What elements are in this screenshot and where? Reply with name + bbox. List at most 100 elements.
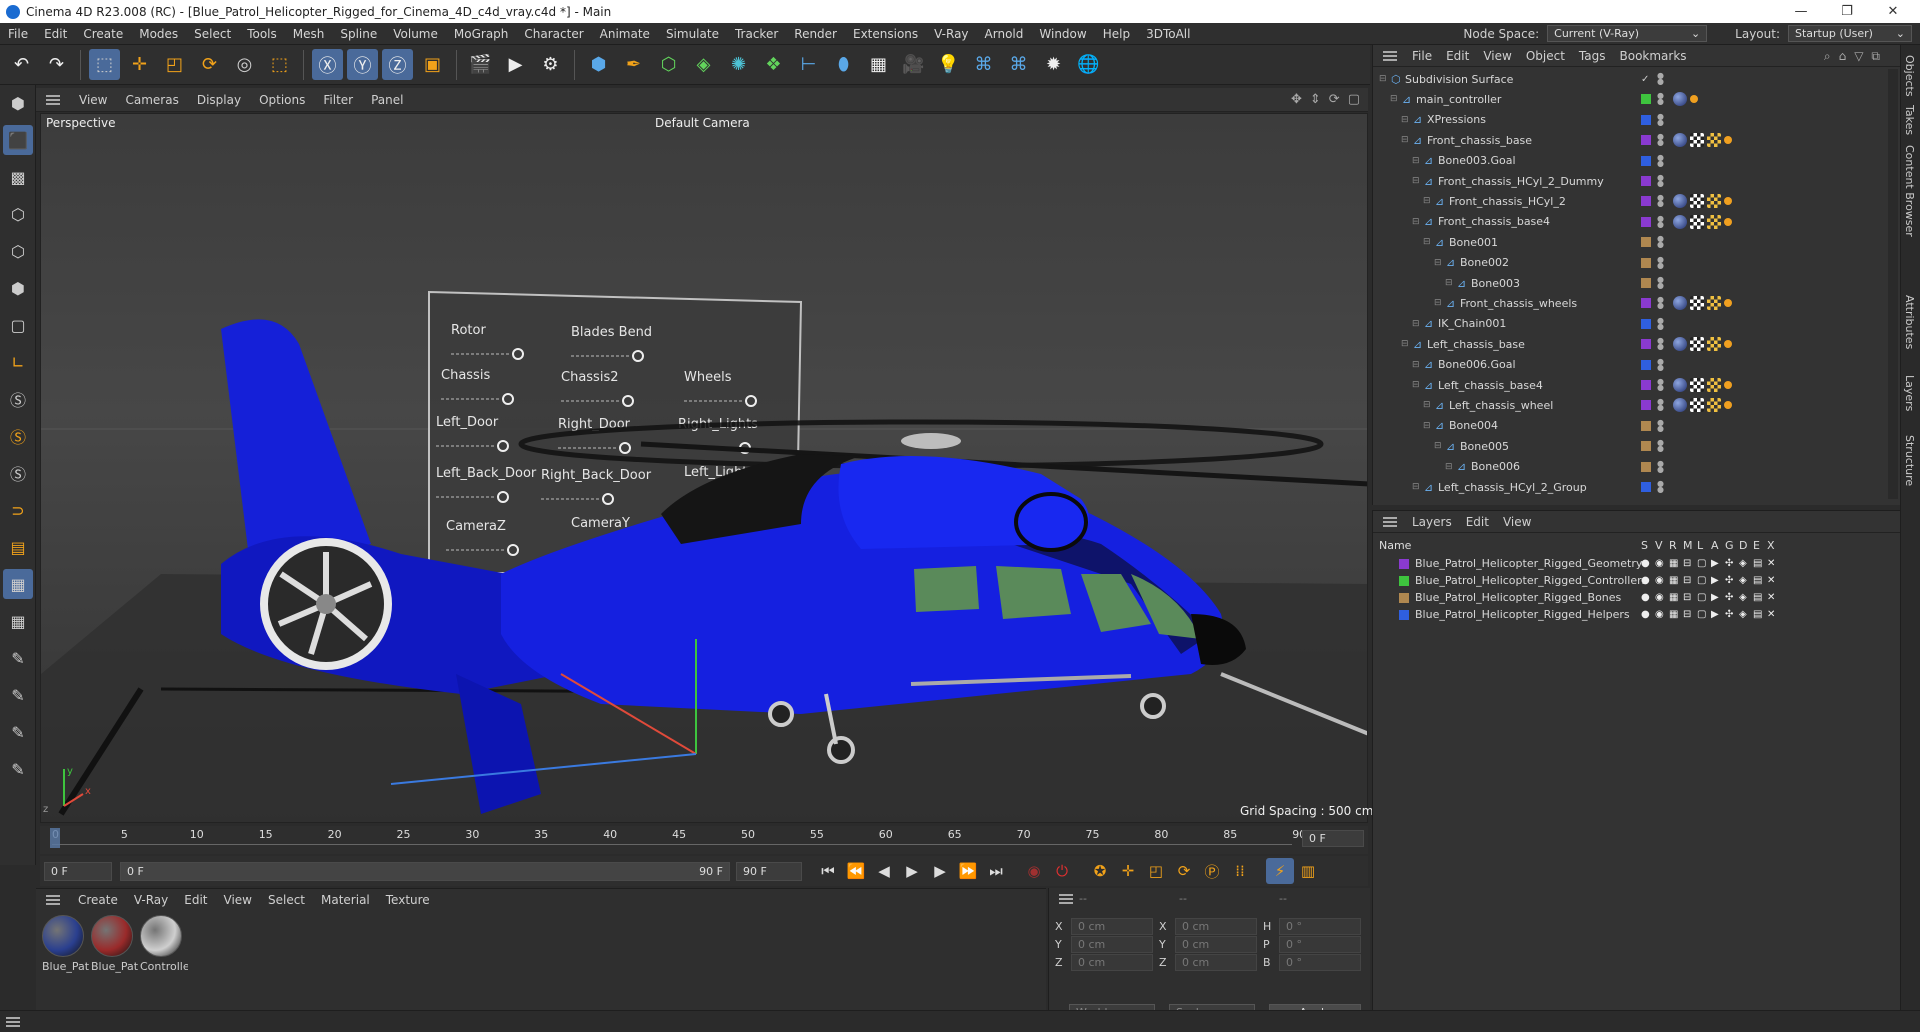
coordinates-menu-icon[interactable]: [1059, 894, 1073, 904]
object-menu-bookmarks[interactable]: Bookmarks: [1613, 49, 1694, 63]
visibility-dots-icon[interactable]: ● ●: [1657, 92, 1664, 106]
visibility-dots-icon[interactable]: ● ●: [1657, 235, 1664, 249]
vray-globe-icon[interactable]: 🌐: [1073, 49, 1104, 80]
mograph-icon[interactable]: ❖: [758, 49, 789, 80]
object-tree-row[interactable]: ⊟ ⊿ Left_chassis_base ● ●: [1373, 334, 1883, 354]
close-icon[interactable]: ✕: [1870, 0, 1916, 23]
tag-icon[interactable]: [1690, 398, 1704, 413]
python-icon[interactable]: ⌘: [968, 49, 999, 80]
coordinate-system-icon[interactable]: ▣: [417, 49, 448, 80]
key-pla-icon[interactable]: ⁞⁞: [1226, 858, 1254, 884]
layer-toggle-m-icon[interactable]: ⊟: [1683, 558, 1691, 569]
current-frame-field[interactable]: 0 F: [1302, 830, 1364, 847]
layer-color-swatch[interactable]: [1641, 318, 1651, 329]
layer-toggle-e-icon[interactable]: ▤: [1753, 558, 1762, 569]
workplane-icon[interactable]: ▤: [3, 532, 33, 562]
key-rotation-icon[interactable]: ⟳: [1170, 858, 1198, 884]
tree-expander-icon[interactable]: ⊟: [1412, 319, 1420, 329]
layer-toggle-d-icon[interactable]: ◈: [1739, 558, 1747, 569]
layer-menu-layers[interactable]: Layers: [1405, 515, 1459, 529]
key-parameter-icon[interactable]: Ⓟ: [1198, 858, 1226, 884]
tree-expander-icon[interactable]: ⊟: [1445, 278, 1453, 288]
material-item[interactable]: Controlle: [140, 915, 188, 973]
layer-color-swatch[interactable]: [1399, 558, 1409, 569]
search-icon[interactable]: ⌕: [1824, 49, 1831, 64]
layer-color-swatch[interactable]: [1399, 575, 1409, 586]
key-scale-icon[interactable]: ◰: [1142, 858, 1170, 884]
layer-toggle-v-icon[interactable]: ◉: [1655, 575, 1664, 586]
tag-icon[interactable]: [1673, 296, 1687, 311]
layer-color-swatch[interactable]: [1641, 155, 1651, 166]
go-to-start-icon[interactable]: ⏮: [814, 858, 842, 884]
layer-toggle-s-icon[interactable]: ●: [1641, 575, 1650, 586]
menu-volume[interactable]: Volume: [385, 27, 446, 41]
object-tree-row[interactable]: ⊟ ⬡ Subdivision Surface ✓ ● ●: [1373, 69, 1883, 89]
layer-toggle-l-icon[interactable]: ▢: [1697, 609, 1706, 620]
tag-icon[interactable]: [1724, 401, 1732, 410]
layer-toggle-v-icon[interactable]: ◉: [1655, 558, 1664, 569]
layer-menu-edit[interactable]: Edit: [1459, 515, 1496, 529]
visibility-dots-icon[interactable]: ● ●: [1657, 337, 1664, 351]
object-menu-view[interactable]: View: [1476, 49, 1518, 63]
next-key-icon[interactable]: ⏩: [954, 858, 982, 884]
coordinate-field[interactable]: 0 cm: [1071, 917, 1153, 935]
deformer-icon[interactable]: ⊢: [793, 49, 824, 80]
layer-color-swatch[interactable]: [1641, 196, 1651, 207]
layer-toggle-x-icon[interactable]: ✕: [1767, 575, 1775, 586]
live-selection-icon[interactable]: ⬚: [264, 49, 295, 80]
coordinate-field[interactable]: 0 °: [1279, 935, 1361, 953]
maximize-view-icon[interactable]: ▢: [1348, 92, 1360, 107]
layer-toggle-g-icon[interactable]: ✣: [1725, 575, 1733, 586]
camera-icon[interactable]: 🎥: [898, 49, 929, 80]
layer-toggle-a-icon[interactable]: ▶: [1711, 575, 1719, 586]
layer-color-swatch[interactable]: [1641, 359, 1651, 370]
x-axis-lock-icon[interactable]: Ⓧ: [312, 49, 343, 80]
smooth-icon[interactable]: ✎: [3, 754, 33, 784]
sculpt-icon[interactable]: ✎: [3, 643, 33, 673]
tree-expander-icon[interactable]: ⊟: [1401, 339, 1409, 349]
z-axis-lock-icon[interactable]: Ⓩ: [382, 49, 413, 80]
status-menu-icon[interactable]: [6, 1017, 20, 1027]
field-icon[interactable]: ⬮: [828, 49, 859, 80]
render-view-icon[interactable]: 🎬: [465, 49, 496, 80]
layer-toggle-x-icon[interactable]: ✕: [1767, 592, 1775, 603]
object-tree-row[interactable]: ⊟ ⊿ main_controller ● ●: [1373, 89, 1883, 109]
last-tool-icon[interactable]: ◎: [229, 49, 260, 80]
material-item[interactable]: Blue_Pat: [42, 915, 89, 973]
material-menu-texture[interactable]: Texture: [378, 893, 438, 907]
object-tree-row[interactable]: ⊟ ⊿ Front_chassis_base4 ● ●: [1373, 212, 1883, 232]
visibility-dots-icon[interactable]: ● ●: [1657, 194, 1664, 208]
select-tool-icon[interactable]: ⬚: [89, 49, 120, 80]
layer-color-swatch[interactable]: [1641, 420, 1651, 431]
side-tab-objects[interactable]: Objects: [1903, 55, 1916, 97]
layer-toggle-x-icon[interactable]: ✕: [1767, 558, 1775, 569]
menu-tools[interactable]: Tools: [239, 27, 285, 41]
layer-toggle-l-icon[interactable]: ▢: [1697, 558, 1706, 569]
layer-row[interactable]: Blue_Patrol_Helicopter_Rigged_Geometry ● ◉…: [1379, 555, 1889, 572]
tree-expander-icon[interactable]: ⊟: [1412, 156, 1420, 166]
tag-icon[interactable]: [1724, 136, 1732, 145]
subdivision-surface-icon[interactable]: ⬡: [653, 49, 684, 80]
layer-toggle-a-icon[interactable]: ▶: [1711, 592, 1719, 603]
layer-toggle-g-icon[interactable]: ✣: [1725, 592, 1733, 603]
workplane-snap-icon[interactable]: Ⓢ: [3, 458, 33, 488]
material-menu-material[interactable]: Material: [313, 893, 378, 907]
render-settings-icon[interactable]: ⚙: [535, 49, 566, 80]
vray-settings-icon[interactable]: ✹: [1038, 49, 1069, 80]
layer-color-swatch[interactable]: [1641, 176, 1651, 186]
edges-mode-icon[interactable]: ⬡: [3, 236, 33, 266]
tree-expander-icon[interactable]: ⊟: [1379, 74, 1387, 84]
texture-mode-icon[interactable]: ▩: [3, 162, 33, 192]
move-tool-icon[interactable]: ✛: [124, 49, 155, 80]
tag-icon[interactable]: [1690, 95, 1698, 104]
light-icon[interactable]: 💡: [933, 49, 964, 80]
pen-spline-icon[interactable]: ✒: [618, 49, 649, 80]
menu-mograph[interactable]: MoGraph: [446, 27, 517, 41]
menu-spline[interactable]: Spline: [332, 27, 385, 41]
object-tree-row[interactable]: ⊟ ⊿ Bone006 ● ●: [1373, 457, 1883, 477]
layer-toggle-m-icon[interactable]: ⊟: [1683, 592, 1691, 603]
viewport-menu-cameras[interactable]: Cameras: [116, 93, 187, 107]
layer-toggle-d-icon[interactable]: ◈: [1739, 609, 1747, 620]
workplane-lock-icon[interactable]: ▦: [3, 606, 33, 636]
visibility-dots-icon[interactable]: ● ●: [1657, 459, 1664, 473]
